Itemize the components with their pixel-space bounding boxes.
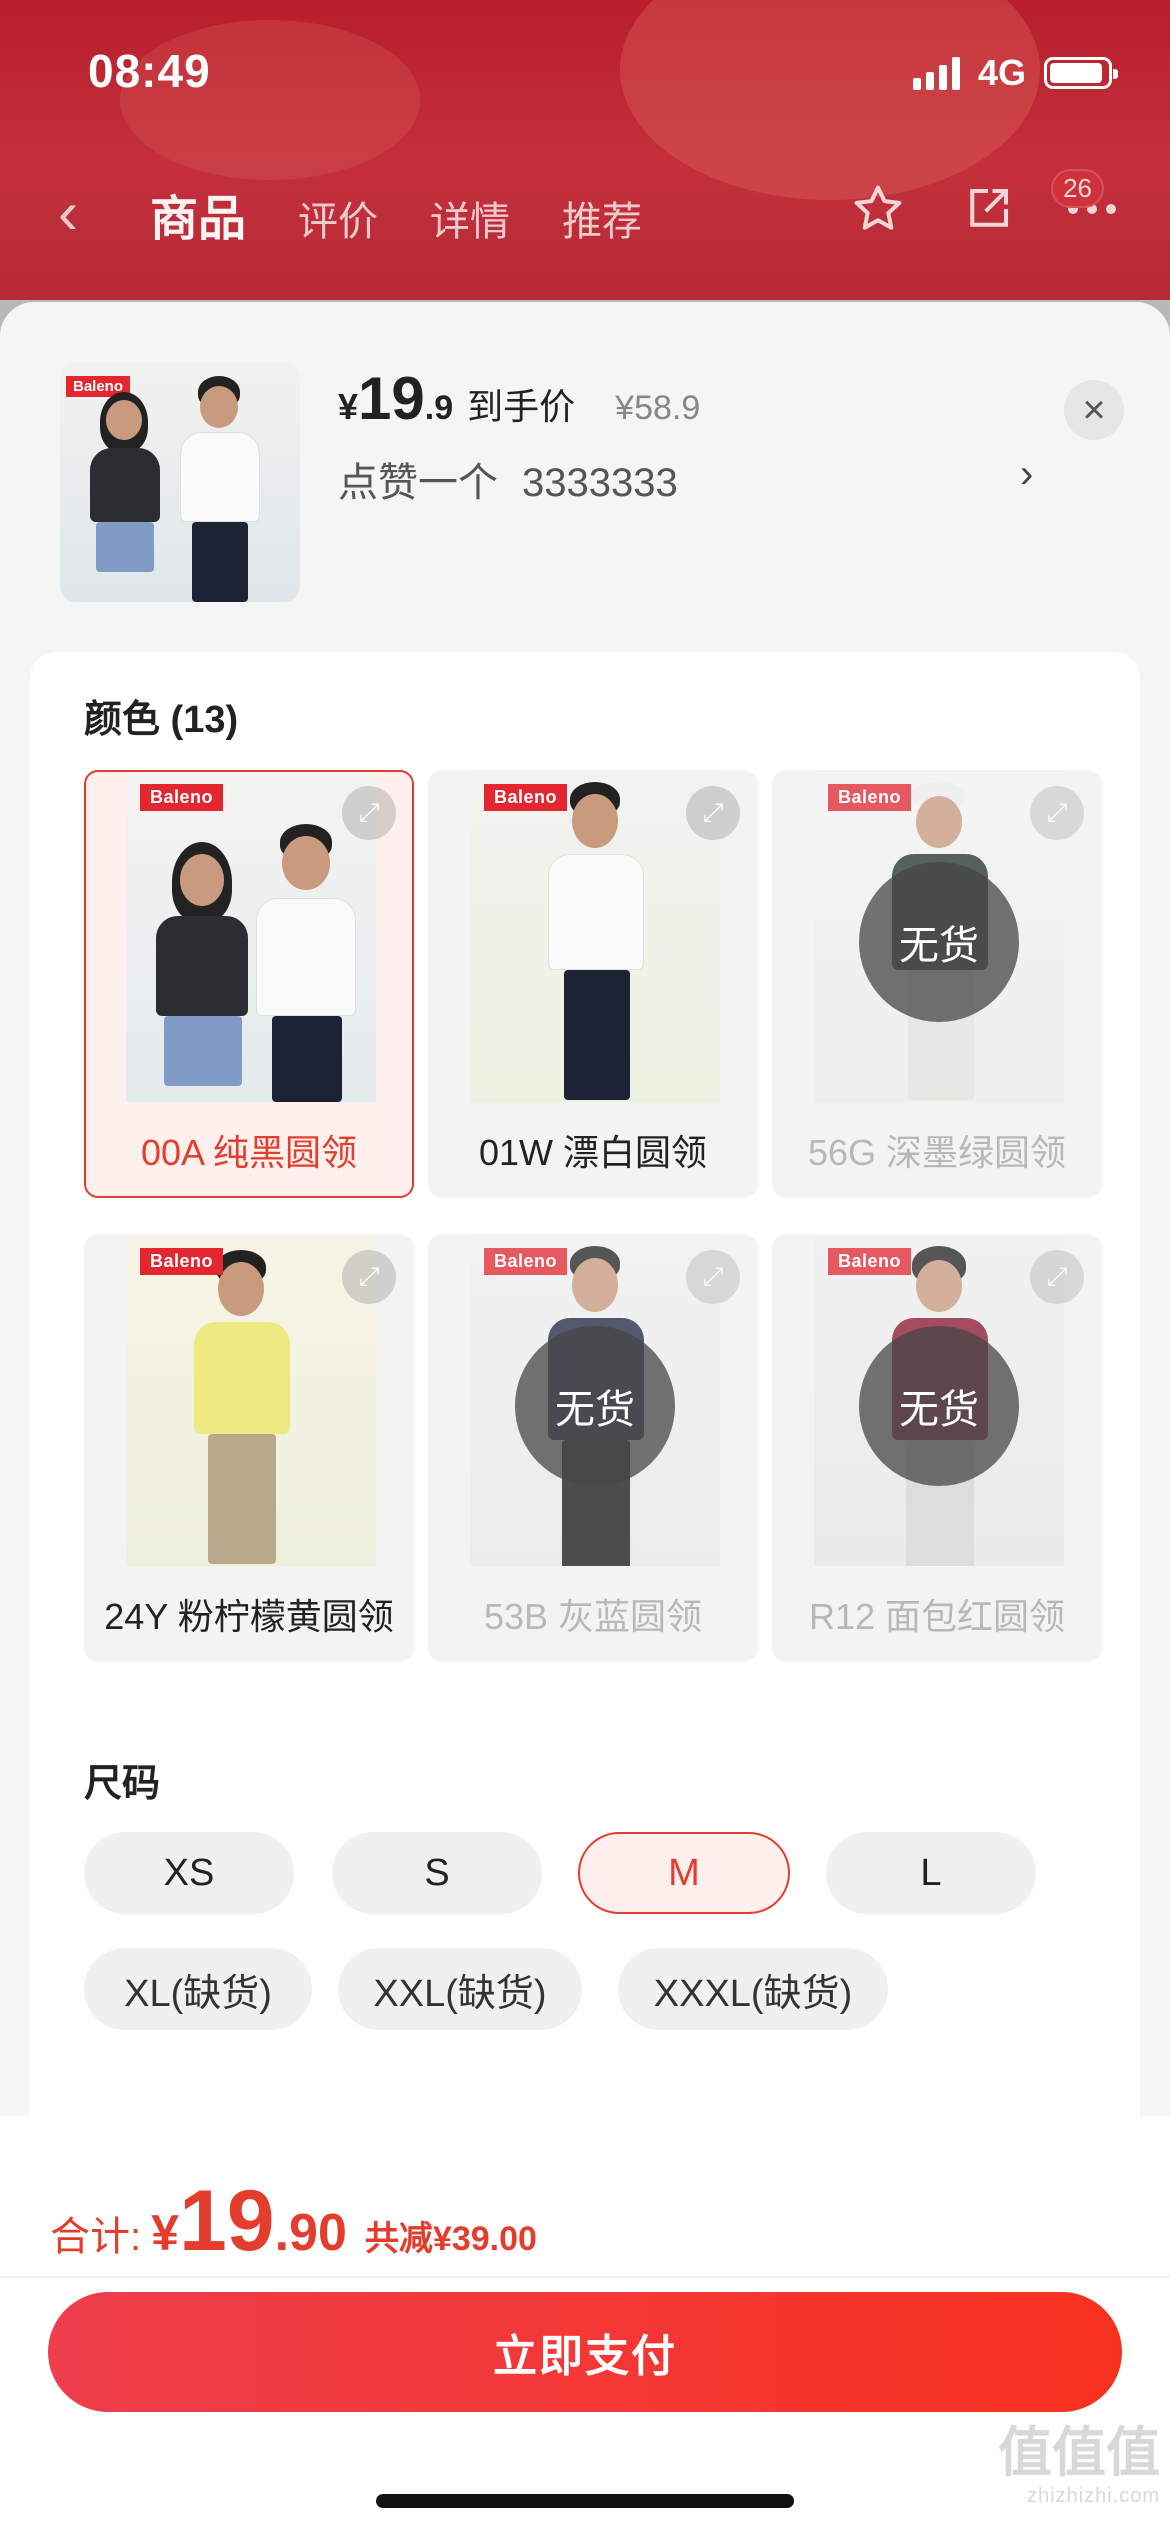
- no-stock-badge: 无货: [859, 1326, 1019, 1486]
- pay-now-button[interactable]: 立即支付: [48, 2292, 1122, 2412]
- brand-logo: Baleno: [140, 784, 224, 811]
- color-label: 00A 纯黑圆领: [140, 1132, 358, 1173]
- expand-icon[interactable]: ⤢: [686, 786, 740, 840]
- close-button[interactable]: ×: [1064, 380, 1124, 440]
- total-decimal: .90: [274, 2204, 347, 2262]
- price-symbol: ¥: [338, 386, 359, 427]
- signal-icon: [912, 56, 960, 90]
- total-symbol: ¥: [151, 2205, 179, 2261]
- total-price: 合计: ¥ 19 .90 共减¥39.00: [50, 2172, 537, 2271]
- color-option-01w[interactable]: Baleno ⤢ 01W 漂白圆领: [428, 770, 758, 1198]
- checkout-footer: 合计: ¥ 19 .90 共减¥39.00 立即支付 值值值 zhizhizhi…: [0, 2116, 1170, 2532]
- color-image: Baleno ⤢: [86, 1236, 412, 1566]
- expand-icon[interactable]: ⤢: [1030, 786, 1084, 840]
- divider: [0, 2276, 1170, 2278]
- size-option-xxxl[interactable]: XXXL(缺货): [618, 1948, 888, 2030]
- product-thumbnail[interactable]: Baleno: [60, 362, 300, 602]
- home-indicator[interactable]: [376, 2494, 794, 2508]
- color-image: Baleno ⤢: [86, 772, 412, 1102]
- more-icon[interactable]: 26: [1051, 169, 1124, 241]
- expand-icon[interactable]: ⤢: [342, 1250, 396, 1304]
- price-decimal: .9: [424, 389, 454, 427]
- tab-reviews[interactable]: 评价: [298, 189, 378, 247]
- size-option-s[interactable]: S: [332, 1832, 542, 1914]
- expand-icon[interactable]: ⤢: [1030, 1250, 1084, 1304]
- brand-logo: Baleno: [484, 784, 568, 811]
- color-label: R12 面包红圆领: [808, 1596, 1066, 1637]
- no-stock-badge: 无货: [515, 1326, 675, 1486]
- total-integer: 19: [178, 2173, 275, 2269]
- color-label: 01W 漂白圆领: [478, 1132, 708, 1173]
- close-icon: ×: [1082, 387, 1106, 432]
- color-option-53b[interactable]: Baleno ⤢ 无货 53B 灰蓝圆领: [428, 1234, 758, 1662]
- tab-recommend[interactable]: 推荐: [562, 189, 642, 247]
- tab-product[interactable]: 商品: [150, 179, 246, 249]
- like-value: 3333333: [522, 461, 678, 505]
- color-image: Baleno ⤢: [430, 772, 756, 1102]
- like-text: 点赞一个: [338, 461, 498, 505]
- color-label: 24Y 粉柠檬黄圆领: [104, 1596, 394, 1637]
- size-option-xxl[interactable]: XXL(缺货): [338, 1948, 582, 2030]
- color-section-title: 颜色 (13): [84, 699, 239, 741]
- price-row: ¥ 19 .9 到手价 ¥58.9: [338, 364, 700, 433]
- brand-logo: Baleno: [140, 1248, 224, 1275]
- product-summary: Baleno ¥ 19 .9 到手价 ¥58.9 点赞一个 3333333 › …: [0, 302, 1170, 642]
- header-background: 08:49 4G ‹ 商品 评价 详情 推荐 26: [0, 0, 1170, 300]
- size-section-title: 尺码: [84, 1763, 161, 1805]
- no-stock-badge: 无货: [859, 862, 1019, 1022]
- price-label: 到手价: [467, 386, 576, 427]
- status-bar: 08:49 4G: [0, 0, 1170, 150]
- total-label: 合计:: [50, 2215, 142, 2259]
- expand-icon[interactable]: ⤢: [342, 786, 396, 840]
- brand-logo: Baleno: [484, 1248, 568, 1275]
- size-option-xl[interactable]: XL(缺货): [84, 1948, 312, 2030]
- back-arrow-icon[interactable]: ‹: [58, 183, 78, 243]
- battery-icon: [1044, 57, 1118, 89]
- tab-details[interactable]: 详情: [430, 189, 510, 247]
- star-icon[interactable]: [846, 177, 910, 241]
- watermark: 值值值 zhizhizhi.com: [998, 2426, 1160, 2506]
- color-option-24y[interactable]: Baleno ⤢ 24Y 粉柠檬黄圆领: [84, 1234, 414, 1662]
- color-label: 56G 深墨绿圆领: [807, 1132, 1067, 1173]
- color-label: 53B 灰蓝圆领: [483, 1596, 703, 1637]
- share-icon[interactable]: [956, 177, 1020, 241]
- brand-logo: Baleno: [828, 1248, 912, 1275]
- price-integer: 19: [358, 365, 425, 432]
- status-time: 08:49: [88, 45, 211, 97]
- network-label: 4G: [977, 52, 1026, 93]
- product-nav: ‹ 商品 评价 详情 推荐 26: [0, 165, 1170, 255]
- size-option-m[interactable]: M: [578, 1832, 790, 1914]
- size-option-xs[interactable]: XS: [84, 1832, 294, 1914]
- expand-icon[interactable]: ⤢: [686, 1250, 740, 1304]
- watermark-sub: zhizhizhi.com: [1026, 2485, 1160, 2507]
- chevron-right-icon[interactable]: ›: [1020, 452, 1033, 497]
- discount-text: 共减¥39.00: [364, 2220, 537, 2258]
- like-row[interactable]: 点赞一个 3333333: [338, 450, 678, 508]
- color-option-00a[interactable]: Baleno ⤢ 00A 纯黑圆领: [84, 770, 414, 1198]
- color-option-56g[interactable]: Baleno ⤢ 无货 56G 深墨绿圆领: [772, 770, 1102, 1198]
- original-price: ¥58.9: [615, 389, 701, 427]
- color-option-r12[interactable]: Baleno ⤢ 无货 R12 面包红圆领: [772, 1234, 1102, 1662]
- watermark-text: 值值值: [998, 2423, 1160, 2483]
- size-option-l[interactable]: L: [826, 1832, 1036, 1914]
- brand-logo: Baleno: [828, 784, 912, 811]
- notification-badge: 26: [1051, 169, 1104, 208]
